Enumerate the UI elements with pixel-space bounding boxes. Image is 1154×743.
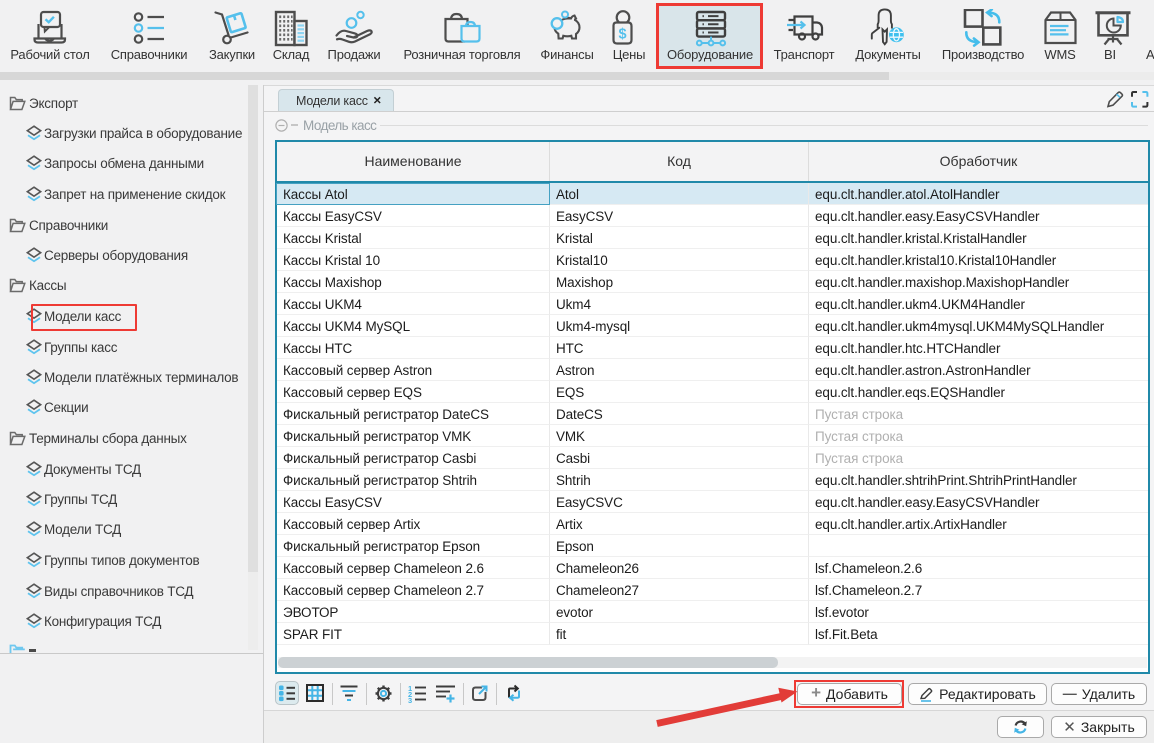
svg-text:3: 3 <box>408 696 412 703</box>
svg-text:$: $ <box>619 27 627 43</box>
